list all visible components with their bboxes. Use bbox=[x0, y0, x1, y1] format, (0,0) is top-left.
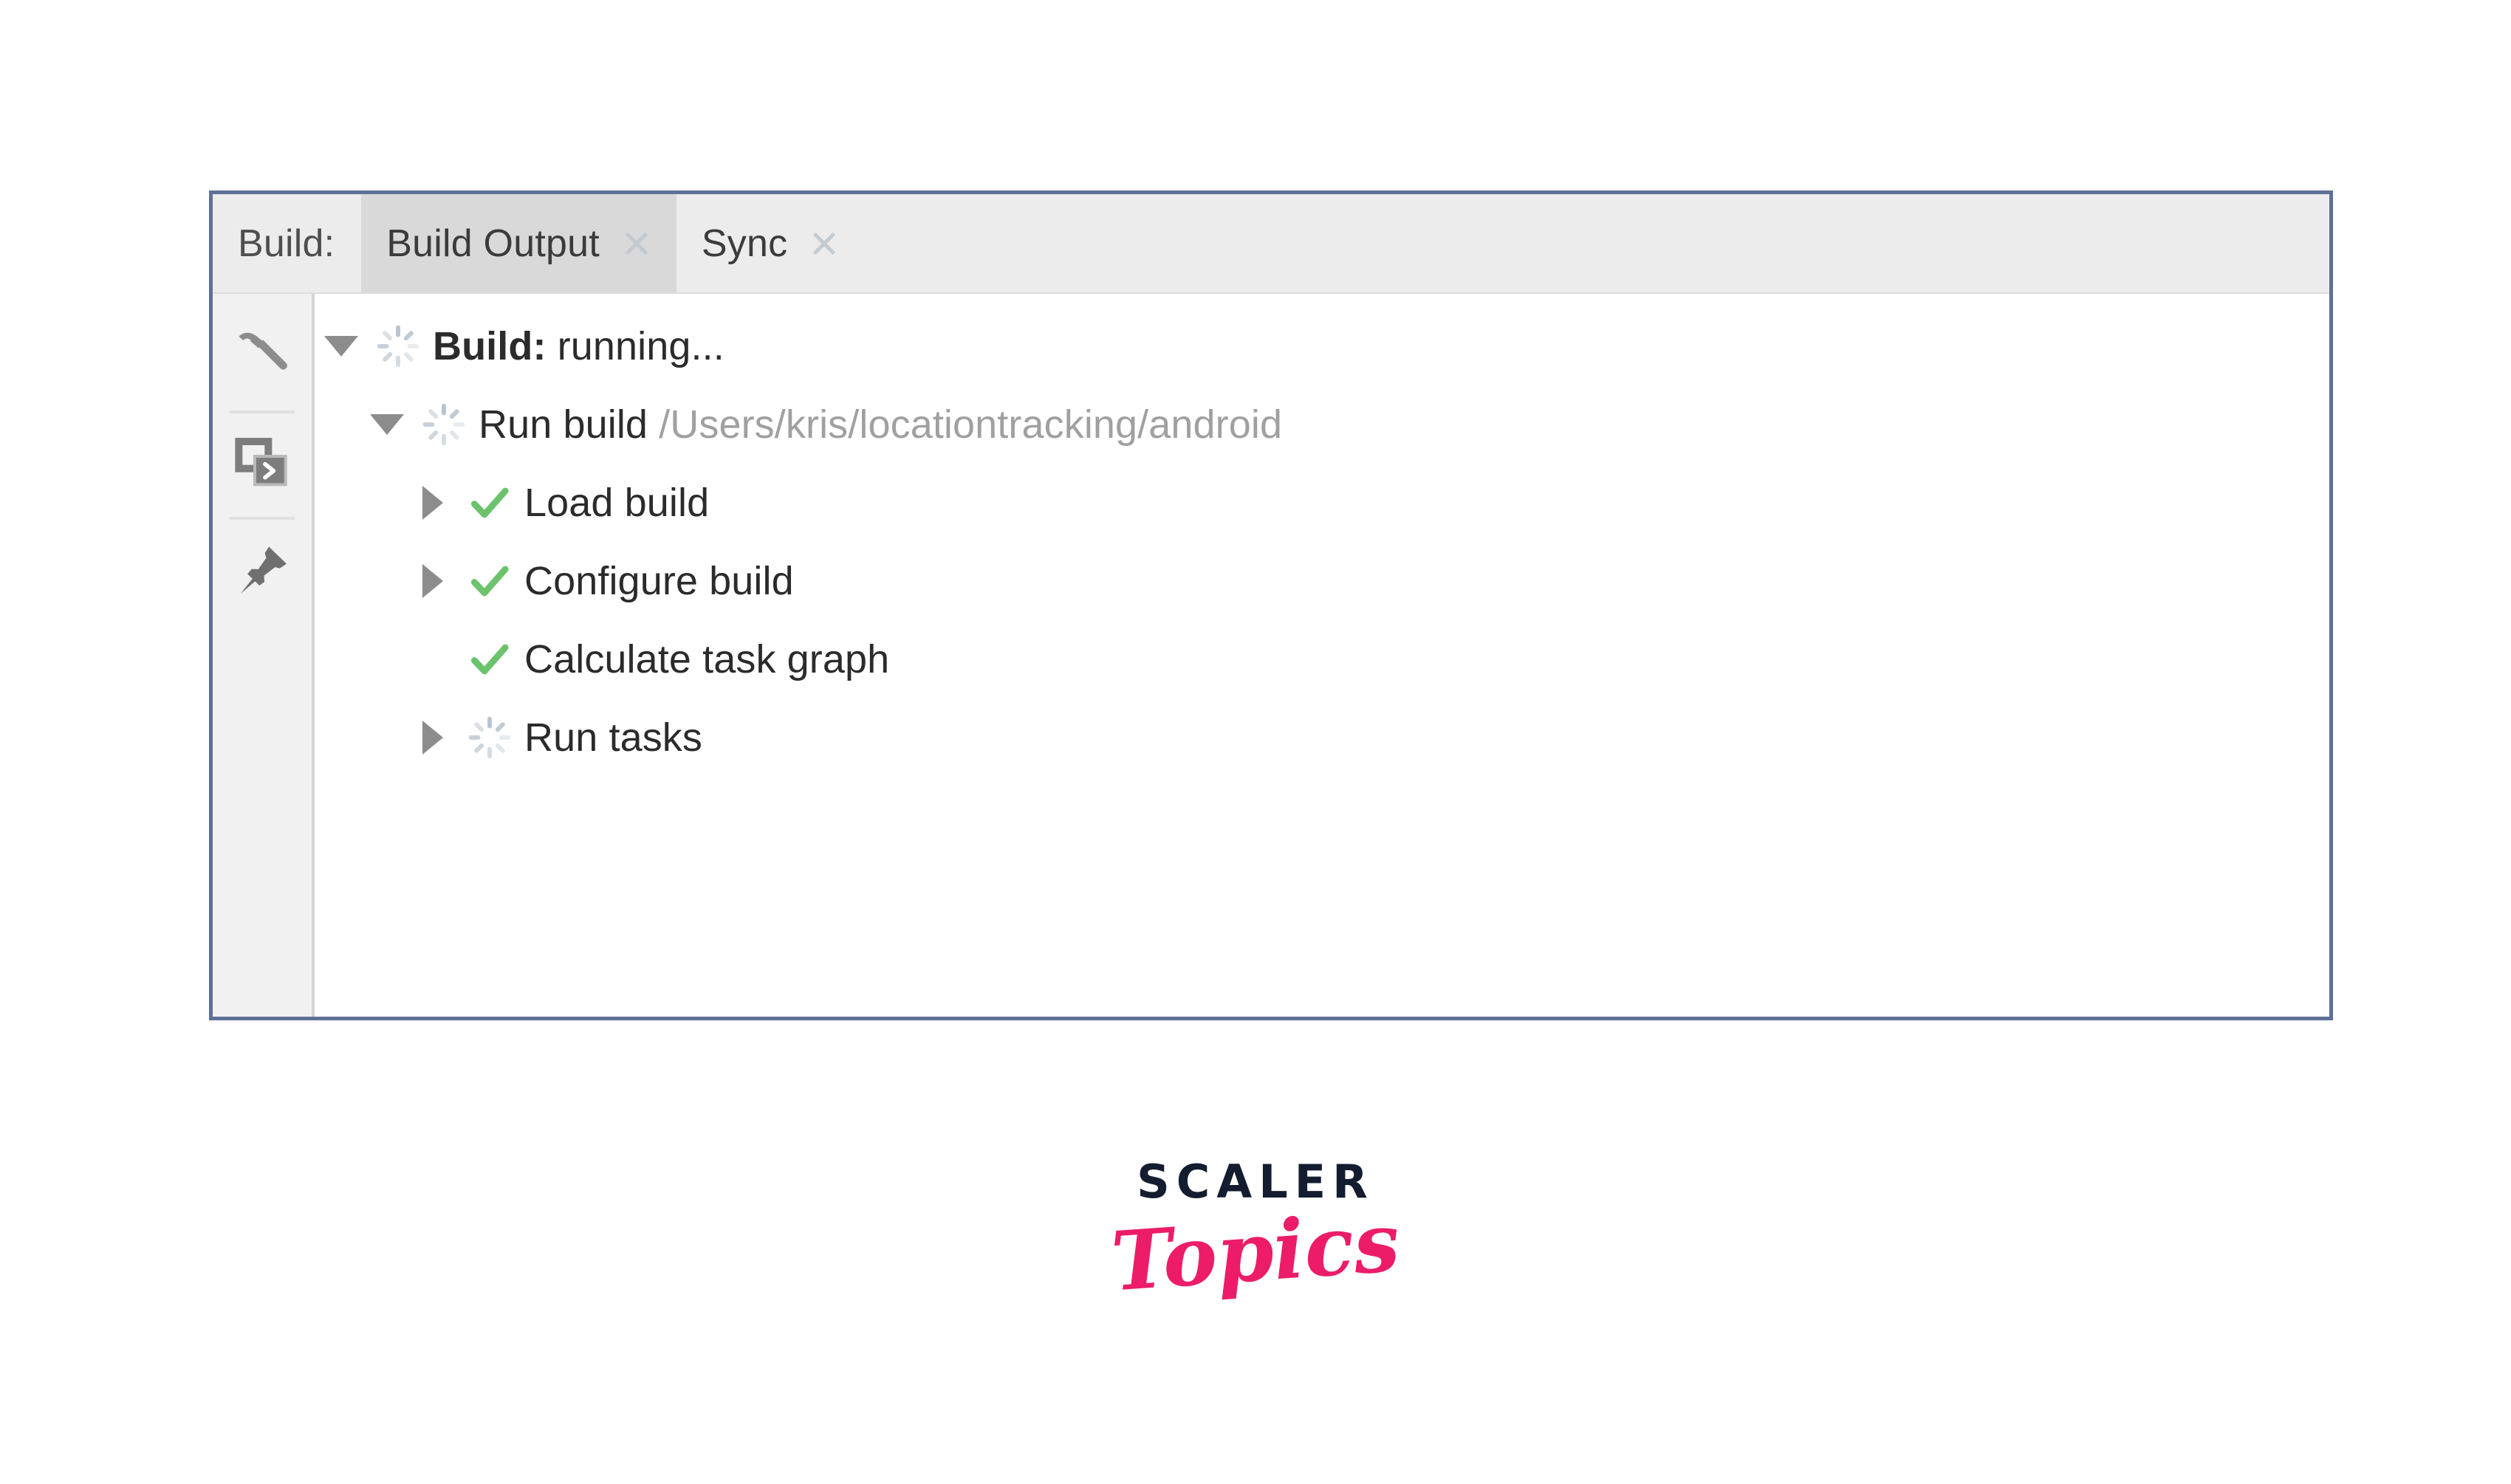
close-icon[interactable] bbox=[809, 229, 839, 258]
tree-row-label-text: running... bbox=[546, 324, 724, 368]
spinner-icon bbox=[414, 402, 474, 447]
success-check-icon bbox=[459, 558, 520, 604]
build-output-tree[interactable]: Build: running... Run build /Users/kris/… bbox=[315, 294, 2329, 1017]
tree-row-label-text: Run tasks bbox=[524, 715, 702, 760]
pin-icon bbox=[231, 539, 293, 605]
spinner-icon bbox=[368, 323, 428, 369]
build-button[interactable] bbox=[213, 312, 312, 406]
tree-row-label-text: Load build bbox=[524, 481, 710, 525]
success-check-icon bbox=[459, 480, 520, 526]
tree-row-label-text: Run build bbox=[479, 402, 660, 447]
tree-row-label: Load build bbox=[520, 480, 709, 526]
tree-row-label: Run tasks bbox=[520, 715, 702, 760]
tree-row-label: Configure build bbox=[520, 558, 794, 604]
console-icon bbox=[233, 434, 292, 497]
tree-row[interactable]: Run build /Users/kris/locationtracking/a… bbox=[315, 385, 2329, 464]
tool-window-label: Build: bbox=[213, 194, 362, 292]
tree-row-label-muted: /Users/kris/locationtracking/android bbox=[659, 402, 1283, 447]
tree-row[interactable]: Configure build bbox=[315, 542, 2329, 620]
tree-row-label: Build: running... bbox=[428, 323, 724, 369]
chevron-down-icon[interactable] bbox=[360, 414, 414, 435]
chevron-right-icon[interactable] bbox=[406, 486, 459, 520]
tree-row-label: Calculate task graph bbox=[520, 636, 889, 682]
tab-build-output[interactable]: Build Output bbox=[361, 194, 676, 292]
spinner-icon bbox=[459, 715, 520, 760]
success-check-icon bbox=[459, 636, 520, 682]
tree-row-label-bold: Build: bbox=[433, 324, 547, 368]
tree-row[interactable]: Calculate task graph bbox=[315, 620, 2329, 698]
toolbar-divider bbox=[230, 517, 295, 520]
pin-tab-button[interactable] bbox=[213, 524, 312, 619]
chevron-right-icon[interactable] bbox=[406, 564, 459, 598]
tab-build-output-label: Build Output bbox=[386, 221, 600, 265]
tree-row-label: Run build /Users/kris/locationtracking/a… bbox=[474, 402, 1282, 447]
toggle-view-button[interactable] bbox=[213, 418, 312, 512]
tree-row-label-text: Calculate task graph bbox=[524, 637, 890, 681]
window-body: Build: running... Run build /Users/kris/… bbox=[213, 294, 2329, 1017]
watermark-logo: SCALER Topics bbox=[0, 1159, 2511, 1310]
tab-sync-label: Sync bbox=[701, 221, 788, 265]
tree-row-label-text: Configure build bbox=[524, 559, 794, 603]
tree-row[interactable]: Run tasks bbox=[315, 698, 2329, 777]
tree-row[interactable]: Load build bbox=[315, 464, 2329, 542]
tab-sync[interactable]: Sync bbox=[676, 194, 864, 292]
toolbar-divider bbox=[230, 410, 295, 413]
hammer-icon bbox=[230, 326, 294, 393]
build-tool-window: Build: Build Output Sync Build: running.… bbox=[209, 190, 2333, 1020]
chevron-down-icon[interactable] bbox=[315, 336, 368, 357]
close-icon[interactable] bbox=[622, 229, 651, 258]
tree-row[interactable]: Build: running... bbox=[315, 307, 2329, 385]
chevron-right-icon[interactable] bbox=[406, 721, 459, 755]
tab-strip: Build: Build Output Sync bbox=[213, 194, 2329, 294]
side-toolbar bbox=[213, 294, 315, 1017]
